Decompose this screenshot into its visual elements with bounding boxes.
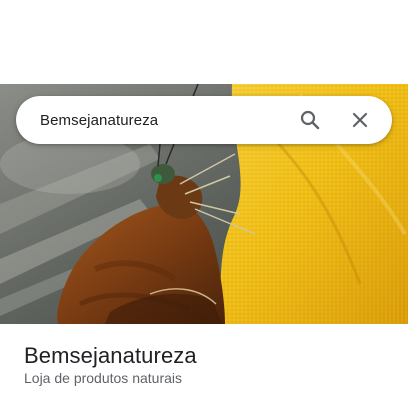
search-input[interactable]: Bemsejanatureza	[40, 112, 292, 129]
top-blank-area	[0, 0, 408, 84]
search-bar[interactable]: Bemsejanatureza	[16, 96, 392, 144]
close-icon	[352, 112, 368, 128]
place-category: Loja de produtos naturais	[24, 370, 182, 386]
place-info-panel: Bemsejanatureza Loja de produtos naturai…	[0, 324, 408, 408]
clear-search-button[interactable]	[342, 102, 378, 138]
place-title[interactable]: Bemsejanatureza	[24, 343, 197, 369]
search-icon	[300, 110, 320, 130]
search-button[interactable]	[292, 102, 328, 138]
